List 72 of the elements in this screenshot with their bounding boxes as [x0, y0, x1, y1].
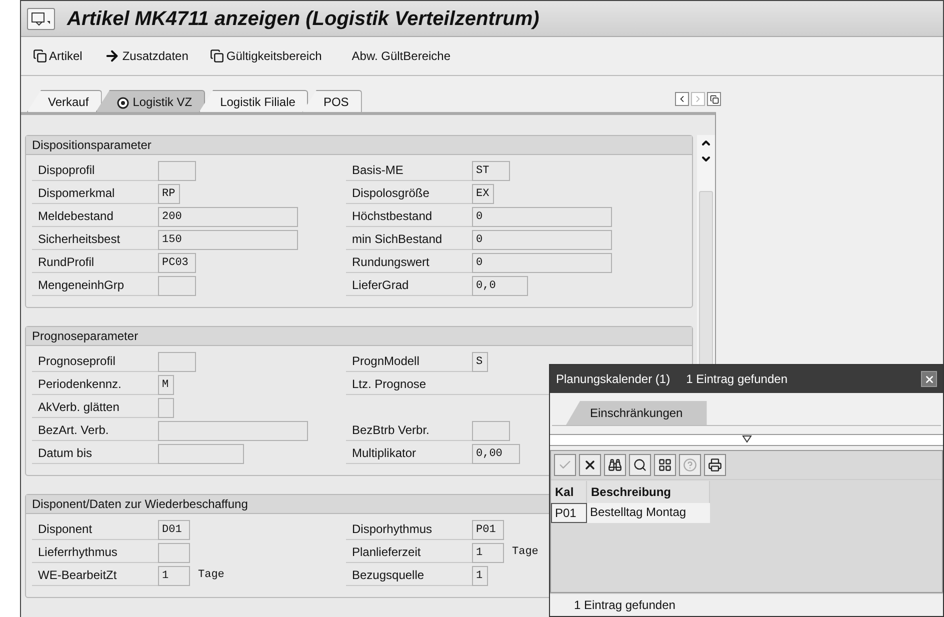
system-menu-button[interactable] [27, 8, 55, 30]
tab[interactable]: Logistik VZ [96, 90, 206, 112]
status-text: 1 Eintrag gefunden [574, 597, 676, 614]
toolbar-button[interactable]: Zusatzdaten [104, 47, 188, 65]
tab[interactable]: Einschränkungen [566, 401, 707, 425]
input-field[interactable]: EX [472, 184, 494, 204]
toolbar-button[interactable] [629, 454, 651, 476]
collapse-bar[interactable] [550, 434, 943, 446]
unit-label: Tage [198, 568, 224, 584]
input-field[interactable]: 0 [472, 252, 612, 272]
input-field[interactable] [158, 352, 196, 372]
toolbar-button[interactable] [704, 454, 726, 476]
windows-icon [710, 94, 718, 104]
collapse-triangle-icon [742, 435, 752, 443]
input-field[interactable]: D01 [158, 520, 190, 540]
toolbar-button[interactable] [579, 454, 601, 476]
windows-icon [210, 49, 224, 63]
input-field[interactable]: 0,00 [472, 444, 520, 464]
input-field[interactable]: PC03 [158, 252, 196, 272]
table-row[interactable]: P01 Bestelltag Montag [551, 503, 710, 523]
search-icon [633, 458, 647, 472]
input-field[interactable] [158, 160, 196, 180]
binoculars-icon [608, 458, 622, 472]
input-field[interactable]: 150 [158, 230, 298, 250]
unit-label: Tage [512, 545, 538, 560]
input-field[interactable]: P01 [472, 520, 504, 540]
input-field[interactable]: 1 [158, 566, 190, 586]
table-cell: P01 [551, 503, 587, 523]
input-field[interactable]: 200 [158, 206, 298, 226]
toolbar-button[interactable]: Gültigkeitsbereich [210, 47, 322, 65]
windows-icon [33, 49, 47, 63]
input-field[interactable]: S [472, 352, 488, 372]
close-button[interactable] [921, 371, 937, 387]
field-label: Ltz. Prognose [346, 374, 472, 395]
window-menu-icon [31, 12, 51, 26]
input-field[interactable]: 0 [472, 230, 612, 250]
group-title: Dispositionsparameter [26, 136, 692, 155]
window-title: Artikel MK4711 anzeigen (Logistik Verteilzentrum) [67, 6, 540, 32]
tab[interactable]: Logistik Filiale [199, 90, 308, 112]
input-field[interactable] [158, 542, 190, 562]
input-field[interactable]: RP [158, 184, 180, 204]
dialog-subtitle: 1 Eintrag gefunden [686, 371, 788, 388]
group-title: Prognoseparameter [26, 327, 692, 346]
tab[interactable]: Verkauf [27, 90, 102, 112]
grid-icon [658, 458, 672, 472]
input-field[interactable] [158, 398, 174, 418]
column-header: Kal [551, 481, 587, 503]
column-header: Beschreibung [587, 481, 710, 503]
toolbar-button[interactable]: Abw. GültBereiche [352, 47, 450, 65]
dialog-title: Planungskalender (1) [556, 371, 670, 388]
input-field[interactable] [472, 420, 510, 440]
radio-icon [116, 94, 131, 108]
tab-list-button[interactable] [707, 92, 721, 106]
toolbar-button[interactable] [604, 454, 626, 476]
toolbar-button[interactable] [654, 454, 676, 476]
cancel-icon [583, 458, 597, 472]
input-field[interactable] [158, 444, 244, 464]
help-icon [683, 458, 697, 472]
close-icon [924, 374, 934, 384]
input-field[interactable]: 1 [472, 542, 504, 562]
input-field[interactable]: M [158, 374, 174, 394]
arrow-right-icon [104, 48, 120, 64]
input-field[interactable]: ST [472, 160, 510, 180]
toolbar-button[interactable]: Artikel [33, 47, 82, 65]
input-field[interactable]: 0,0 [472, 276, 528, 296]
input-field[interactable] [158, 276, 196, 296]
input-field[interactable] [158, 420, 308, 440]
tab[interactable]: POS [302, 90, 362, 112]
tab-scroll-left-button[interactable] [675, 92, 689, 106]
printer-icon [708, 458, 722, 472]
input-field[interactable]: 1 [472, 566, 488, 586]
input-field[interactable]: 0 [472, 206, 612, 226]
